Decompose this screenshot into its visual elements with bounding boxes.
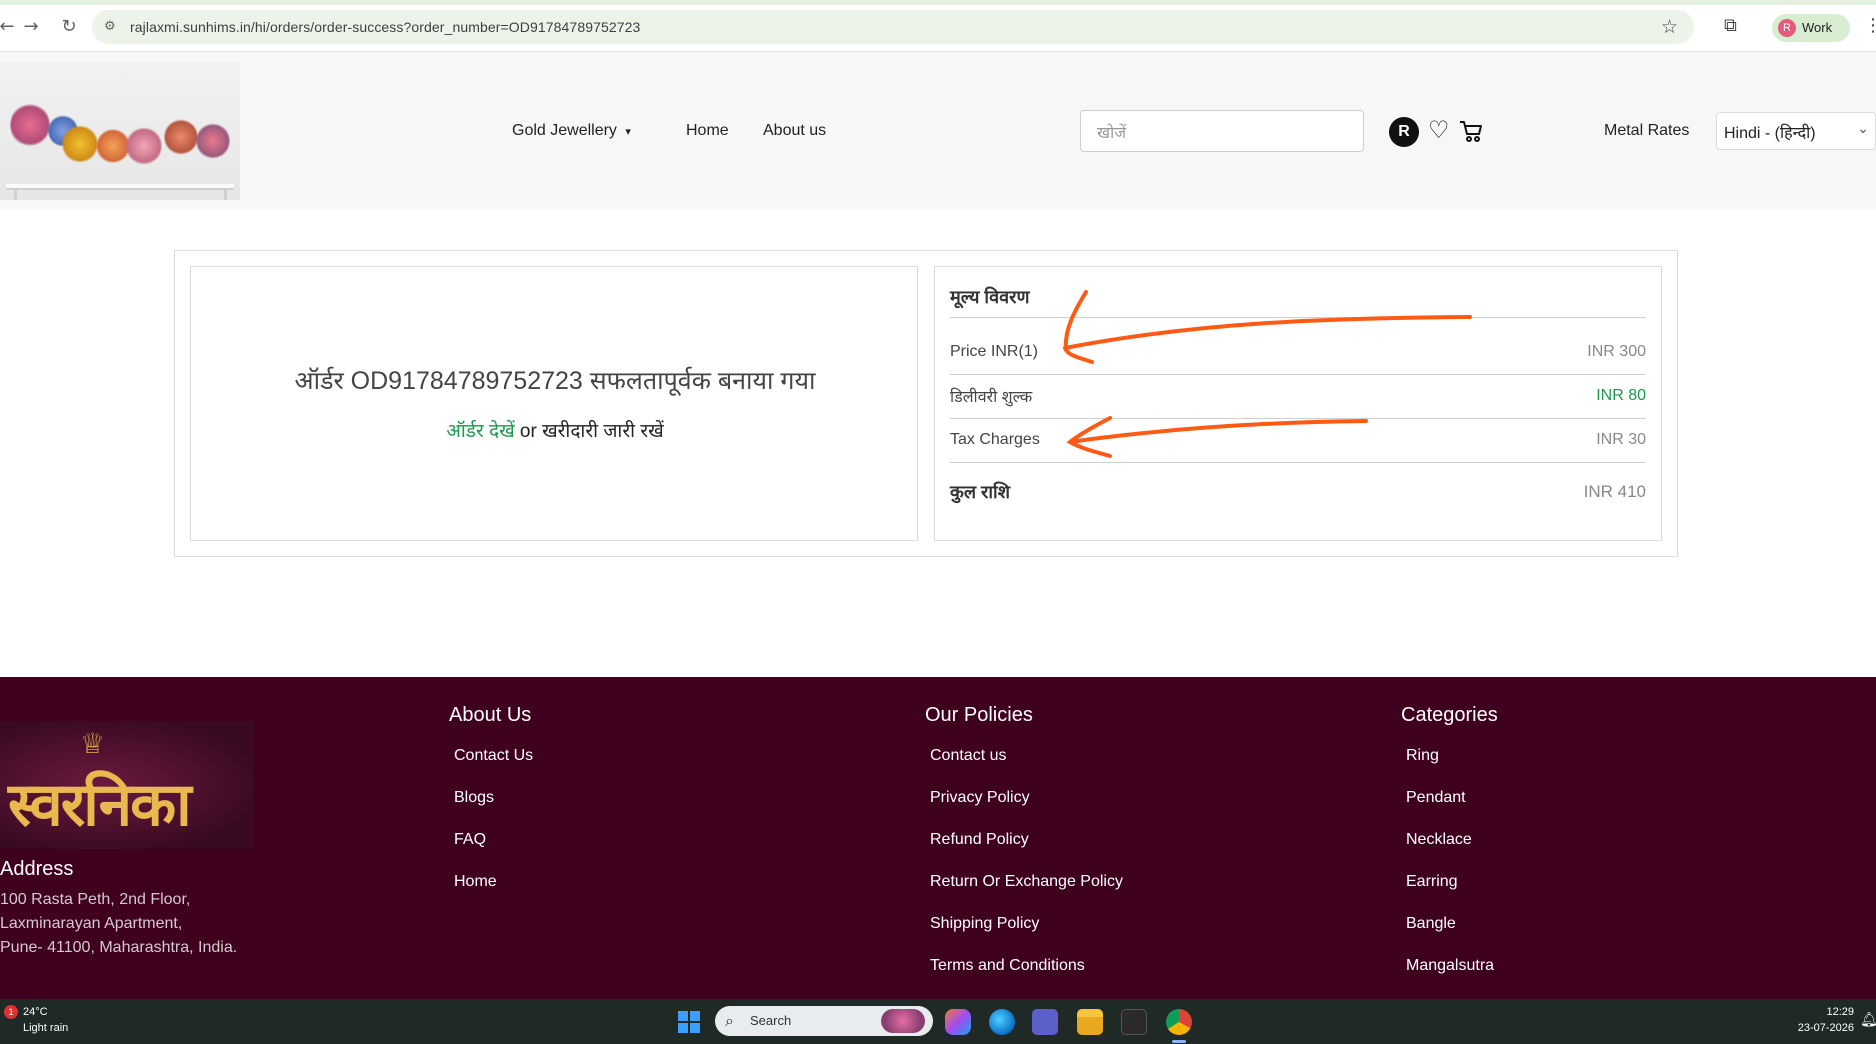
metal-rates-link[interactable]: Metal Rates <box>1604 122 1689 140</box>
footer-link-blogs[interactable]: Blogs <box>454 789 494 807</box>
footer-categories-title: Categories <box>1401 704 1498 726</box>
brand-logo-text: स्वरनिका <box>8 770 192 840</box>
divider <box>950 317 1646 318</box>
nav-gold-jewellery[interactable]: Gold Jewellery ▾ <box>512 122 631 140</box>
clock-date[interactable]: 23-07-2026 <box>1784 1022 1854 1034</box>
notification-bell-icon[interactable]: 🔔︎ <box>1860 1012 1876 1028</box>
footer-link-ring[interactable]: Ring <box>1406 747 1439 765</box>
site-footer: ♕ स्वरनिका Address 100 Rasta Peth, 2nd F… <box>0 677 1876 999</box>
edge-browser-icon[interactable] <box>989 1009 1015 1035</box>
address-line: Laxminarayan Apartment, <box>0 915 183 932</box>
brand-logo[interactable]: ♕ स्वरनिका <box>0 721 254 849</box>
address-line: 100 Rasta Peth, 2nd Floor, <box>0 891 191 908</box>
user-avatar[interactable]: R <box>1389 117 1419 147</box>
tab-strip <box>0 0 1876 5</box>
taskbar: 1 24°C Light rain ⌕ Search 12:29 23-07-2… <box>0 999 1876 1044</box>
search-input[interactable]: खोजें <box>1080 110 1364 152</box>
app-box-icon[interactable] <box>1121 1009 1147 1035</box>
weather-description[interactable]: Light rain <box>23 1022 68 1034</box>
footer-link-shipping-policy[interactable]: Shipping Policy <box>930 915 1039 933</box>
site-header: Gold Jewellery ▾ Home About us <box>0 52 1876 210</box>
tax-row-value: INR 30 <box>1596 431 1646 448</box>
footer-link-contact[interactable]: Contact us <box>930 747 1006 765</box>
footer-link-necklace[interactable]: Necklace <box>1406 831 1472 849</box>
chrome-browser-icon[interactable] <box>1166 1009 1192 1035</box>
nav-about-us[interactable]: About us <box>763 122 826 140</box>
profile-avatar: R <box>1778 19 1796 37</box>
clock-time[interactable]: 12:29 <box>1814 1006 1854 1018</box>
or-text: or <box>519 421 537 442</box>
search-placeholder: खोजें <box>1097 125 1127 142</box>
continue-shopping-link[interactable]: खरीदारी जारी रखें <box>542 421 664 442</box>
weather-notification-badge[interactable]: 1 <box>4 1005 18 1019</box>
copilot-icon[interactable] <box>945 1009 971 1035</box>
back-icon[interactable]: ← <box>0 16 18 38</box>
chevron-down-icon: ⌄ <box>1857 121 1869 137</box>
footer-link-terms[interactable]: Terms and Conditions <box>930 957 1085 975</box>
footer-about-title: About Us <box>449 704 532 726</box>
search-icon: ⌕ <box>725 1011 734 1030</box>
taskbar-search-label: Search <box>750 1013 792 1028</box>
nav-gold-jewellery-label: Gold Jewellery <box>512 122 617 139</box>
footer-link-home[interactable]: Home <box>454 873 497 891</box>
footer-link-earring[interactable]: Earring <box>1406 873 1458 891</box>
profile-button[interactable]: R Work <box>1772 14 1850 42</box>
address-line: Pune- 41100, Maharashtra, India. <box>0 939 238 956</box>
cart-icon[interactable] <box>1458 118 1484 149</box>
view-order-link[interactable]: ऑर्डर देखें <box>446 421 514 442</box>
caret-down-icon: ▾ <box>625 125 631 138</box>
windows-start-icon[interactable] <box>678 1011 700 1033</box>
delivery-row-label: डिलीवरी शुल्क <box>950 389 1033 406</box>
crown-icon: ♕ <box>80 727 106 760</box>
divider <box>950 418 1646 419</box>
price-details-title: मूल्य विवरण <box>950 287 1030 307</box>
footer-link-pendant[interactable]: Pendant <box>1406 789 1466 807</box>
divider <box>950 374 1646 375</box>
delivery-row-value: INR 80 <box>1596 387 1646 404</box>
profile-label: Work <box>1802 20 1833 35</box>
reload-icon[interactable]: ↻ <box>58 16 80 38</box>
price-details-card: मूल्य विवरण Price INR(1) INR 300 डिलीवरी… <box>934 266 1662 541</box>
total-value: INR 410 <box>1583 482 1646 501</box>
footer-link-refund-policy[interactable]: Refund Policy <box>930 831 1029 849</box>
footer-link-mangalsutra[interactable]: Mangalsutra <box>1406 957 1494 975</box>
footer-link-return-exchange[interactable]: Return Or Exchange Policy <box>930 873 1123 891</box>
language-select[interactable]: Hindi - (हिन्दी) ⌄ <box>1716 112 1876 150</box>
site-info-icon[interactable]: ⚙ <box>104 19 120 35</box>
footer-policies-title: Our Policies <box>925 704 1033 726</box>
forward-icon[interactable]: → <box>20 16 42 38</box>
teams-icon[interactable] <box>1032 1009 1058 1035</box>
footer-link-bangle[interactable]: Bangle <box>1406 915 1456 933</box>
flower-banner-image[interactable] <box>0 62 240 200</box>
browser-menu-icon[interactable]: ⋮ <box>1864 15 1876 36</box>
address-title: Address <box>0 858 74 880</box>
active-app-indicator <box>1172 1040 1186 1043</box>
address-bar[interactable]: ⚙ rajlaxmi.sunhims.in/hi/orders/order-su… <box>92 10 1694 44</box>
price-row-label: Price INR(1) <box>950 343 1039 360</box>
taskbar-search[interactable]: ⌕ Search <box>715 1006 933 1036</box>
order-success-card: ऑर्डर OD91784789752723 सफलतापूर्वक बनाया… <box>190 266 918 541</box>
url-text[interactable]: rajlaxmi.sunhims.in/hi/orders/order-succ… <box>130 19 640 35</box>
language-value: Hindi - (हिन्दी) <box>1724 125 1816 142</box>
total-label: कुल राशि <box>950 482 1010 502</box>
weather-temperature[interactable]: 24°C <box>23 1006 48 1018</box>
footer-link-faq[interactable]: FAQ <box>454 831 486 849</box>
wishlist-heart-icon[interactable]: ♡ <box>1428 116 1450 144</box>
nav-home[interactable]: Home <box>686 122 729 140</box>
search-highlight-image <box>881 1009 925 1033</box>
file-explorer-icon[interactable] <box>1077 1009 1103 1035</box>
divider <box>950 462 1646 463</box>
browser-toolbar: ← → ↻ ⚙ rajlaxmi.sunhims.in/hi/orders/or… <box>0 0 1876 52</box>
bookmark-star-icon[interactable]: ☆ <box>1661 16 1678 38</box>
tax-row-label: Tax Charges <box>950 431 1040 448</box>
footer-link-contact-us[interactable]: Contact Us <box>454 747 533 765</box>
price-row-value: INR 300 <box>1587 343 1646 360</box>
extensions-icon[interactable]: ⧉ <box>1724 15 1737 36</box>
order-success-message: ऑर्डर OD91784789752723 सफलतापूर्वक बनाया… <box>294 367 816 395</box>
footer-link-privacy-policy[interactable]: Privacy Policy <box>930 789 1030 807</box>
order-actions: ऑर्डर देखें or खरीदारी जारी रखें <box>191 417 919 443</box>
